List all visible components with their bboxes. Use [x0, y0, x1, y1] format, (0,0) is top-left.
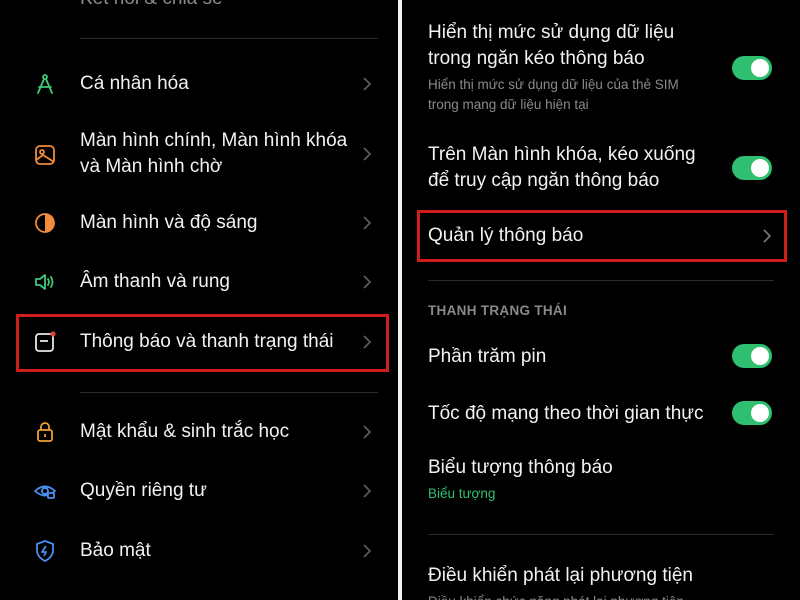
settings-item-privacy[interactable]: Quyền riêng tư — [0, 465, 398, 517]
divider — [428, 534, 774, 535]
setting-subtitle-line2: trong mạng dữ liệu hiện tại — [428, 97, 589, 112]
setting-value: Biểu tượng — [428, 486, 496, 501]
setting-title-line2: để truy cập ngăn thông báo — [428, 170, 660, 191]
settings-item-label: Mật khẩu & sinh trắc học — [80, 421, 290, 442]
settings-item-home-lock-screen[interactable]: Màn hình chính, Màn hình khóa và Màn hìn… — [0, 122, 398, 186]
setting-title: Biểu tượng thông báo — [428, 457, 613, 478]
highlight-box — [417, 210, 787, 262]
privacy-icon — [33, 479, 57, 503]
setting-title: Tốc độ mạng theo thời gian thực — [428, 403, 704, 424]
settings-item-sound-vibration[interactable]: Âm thanh và rung — [0, 256, 398, 308]
settings-item-personalization[interactable]: Cá nhân hóa — [0, 58, 398, 110]
setting-battery-percentage[interactable]: Phần trăm pin — [402, 336, 800, 380]
settings-item-password-biometrics[interactable]: Mật khẩu & sinh trắc học — [0, 406, 398, 458]
wallpaper-icon — [33, 143, 57, 167]
setting-title: Điều khiển phát lại phương tiện — [428, 565, 693, 586]
setting-title-line1: Hiển thị mức sử dụng dữ liệu — [428, 22, 675, 43]
setting-lockscreen-pull-down[interactable]: Trên Màn hình khóa, kéo xuống để truy cậ… — [402, 140, 800, 200]
toggle-knob — [751, 159, 769, 177]
lock-icon — [33, 420, 57, 444]
settings-item-label: Màn hình và độ sáng — [80, 212, 258, 233]
chevron-right-icon — [360, 72, 374, 96]
personalize-icon — [33, 72, 57, 96]
highlight-box — [16, 314, 389, 372]
chevron-right-icon — [360, 479, 374, 503]
section-header-status-bar: THANH TRẠNG THÁI — [428, 303, 568, 318]
brightness-icon — [33, 211, 57, 235]
setting-subtitle: Điều khiển chức năng phát lại phương tiệ… — [428, 592, 684, 600]
chevron-right-icon — [360, 420, 374, 444]
battery-percentage-toggle[interactable] — [732, 344, 772, 368]
sound-icon — [33, 270, 57, 294]
settings-item-label: Bảo mật — [80, 540, 151, 561]
chevron-right-icon — [360, 270, 374, 294]
setting-subtitle-line1: Hiển thị mức sử dụng dữ liệu của thẻ SIM — [428, 77, 679, 92]
settings-item-label: Quyền riêng tư — [80, 480, 207, 501]
settings-item-label: Cá nhân hóa — [80, 73, 189, 94]
setting-realtime-network-speed[interactable]: Tốc độ mạng theo thời gian thực — [402, 393, 800, 437]
chevron-right-icon — [360, 142, 374, 166]
partial-item-label: Kết nối & chia sẻ — [80, 0, 223, 12]
setting-media-playback-controls[interactable]: Điều khiển phát lại phương tiện Điều khi… — [402, 556, 800, 600]
setting-notification-icons[interactable]: Biểu tượng thông báo Biểu tượng — [402, 450, 800, 510]
toggle-knob — [751, 404, 769, 422]
data-usage-toggle[interactable] — [732, 56, 772, 80]
settings-item-security[interactable]: Bảo mật — [0, 525, 398, 577]
settings-item-display-brightness[interactable]: Màn hình và độ sáng — [0, 197, 398, 249]
chevron-right-icon — [360, 539, 374, 563]
lockscreen-pull-toggle[interactable] — [732, 156, 772, 180]
shield-icon — [33, 539, 57, 563]
divider — [428, 280, 774, 281]
setting-title-line1: Trên Màn hình khóa, kéo xuống — [428, 144, 696, 165]
notifications-settings-panel: Hiển thị mức sử dụng dữ liệu trong ngăn … — [402, 0, 800, 600]
settings-list-panel: Kết nối & chia sẻ Cá nhân hóa Màn hình c… — [0, 0, 398, 600]
divider — [80, 392, 378, 393]
settings-item-label-line1: Màn hình chính, Màn hình khóa — [80, 130, 348, 151]
network-speed-toggle[interactable] — [732, 401, 772, 425]
divider — [80, 38, 378, 39]
setting-data-usage-in-drawer[interactable]: Hiển thị mức sử dụng dữ liệu trong ngăn … — [402, 18, 800, 118]
setting-title: Phần trăm pin — [428, 346, 547, 367]
toggle-knob — [751, 347, 769, 365]
toggle-knob — [751, 59, 769, 77]
settings-item-label-line2: và Màn hình chờ — [80, 156, 223, 177]
setting-title-line2: trong ngăn kéo thông báo — [428, 48, 645, 69]
chevron-right-icon — [360, 211, 374, 235]
settings-item-label: Âm thanh và rung — [80, 271, 230, 292]
